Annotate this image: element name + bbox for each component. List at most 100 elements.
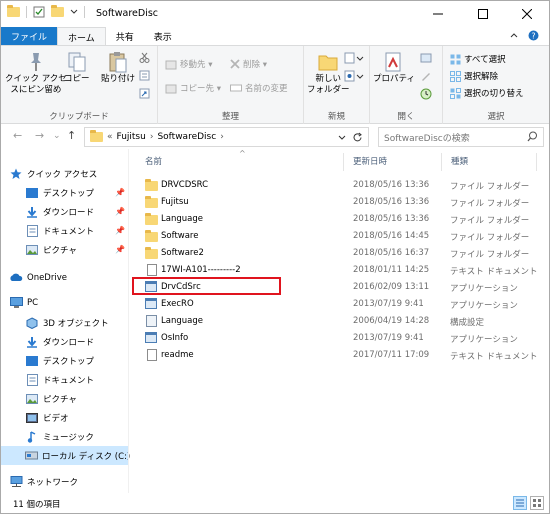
copy-to-button[interactable]: コピー先 ▾ bbox=[165, 81, 221, 95]
network-icon bbox=[9, 475, 23, 488]
column-divider[interactable] bbox=[343, 153, 344, 171]
nav-desktop[interactable]: デスクトップ 📌 bbox=[25, 183, 129, 202]
address-dropdown-icon[interactable] bbox=[338, 134, 346, 142]
properties-icon bbox=[385, 52, 401, 72]
new-item-icon[interactable] bbox=[344, 52, 364, 64]
table-row[interactable]: Language 2018/05/16 13:36 ファイル フォルダー bbox=[143, 211, 533, 228]
breadcrumb-fujitsu[interactable]: Fujitsu bbox=[117, 132, 146, 142]
nav-3d-objects[interactable]: 3D オブジェクト bbox=[25, 313, 129, 332]
nav-pictures-label: ピクチャ bbox=[43, 245, 77, 256]
table-row[interactable]: Language 2006/04/19 14:28 構成設定 bbox=[143, 313, 533, 330]
file-type: ファイル フォルダー bbox=[450, 233, 530, 243]
chevron-down-icon[interactable] bbox=[70, 8, 78, 16]
select-none-button[interactable]: 選択解除 bbox=[450, 69, 498, 83]
select-all-button[interactable]: すべて選択 bbox=[450, 52, 506, 66]
column-header-name[interactable]: 名前 bbox=[145, 155, 162, 167]
table-row[interactable]: OsInfo 2013/07/19 9:41 アプリケーション bbox=[143, 330, 533, 347]
picture-icon bbox=[25, 392, 39, 405]
nav-local-disk[interactable]: ローカル ディスク (C:) bbox=[1, 446, 131, 465]
nav-pc-pictures[interactable]: ピクチャ bbox=[25, 389, 129, 408]
properties-button[interactable]: プロパティ bbox=[373, 50, 415, 85]
delete-button[interactable]: 削除 ▾ bbox=[230, 57, 267, 71]
nav-pc-desktop[interactable]: デスクトップ bbox=[25, 351, 129, 370]
nav-pictures[interactable]: ピクチャ 📌 bbox=[25, 240, 129, 259]
pin-icon bbox=[30, 53, 41, 71]
tab-view[interactable]: 表示 bbox=[144, 27, 182, 46]
minimize-button[interactable] bbox=[416, 1, 460, 27]
file-type: アプリケーション bbox=[450, 301, 518, 311]
nav-pc-documents[interactable]: ドキュメント bbox=[25, 370, 129, 389]
back-button[interactable]: ← bbox=[13, 129, 22, 142]
nav-pane-divider[interactable] bbox=[128, 149, 129, 493]
paste-button[interactable]: 貼り付け bbox=[101, 50, 135, 85]
tab-file[interactable]: ファイル bbox=[1, 27, 58, 46]
nav-documents[interactable]: ドキュメント 📌 bbox=[25, 221, 129, 240]
nav-onedrive[interactable]: OneDrive bbox=[9, 268, 136, 287]
history-icon[interactable] bbox=[420, 88, 432, 100]
properties-check-icon[interactable] bbox=[33, 6, 45, 18]
new-folder-qat-icon[interactable] bbox=[51, 5, 64, 17]
nav-pc-downloads[interactable]: ダウンロード bbox=[25, 332, 129, 351]
copy-button[interactable]: コピー bbox=[64, 50, 90, 85]
tab-home[interactable]: ホーム bbox=[57, 27, 106, 46]
table-row[interactable]: Fujitsu 2018/05/16 13:36 ファイル フォルダー bbox=[143, 194, 533, 211]
table-row[interactable]: Software2 2018/05/16 16:37 ファイル フォルダー bbox=[143, 245, 533, 262]
paste-shortcut-icon[interactable] bbox=[139, 88, 150, 99]
vertical-scrollbar[interactable] bbox=[539, 149, 549, 493]
rename-button[interactable]: 名前の変更 bbox=[230, 81, 288, 95]
pin-icon[interactable]: 📌 bbox=[115, 226, 125, 235]
rename-icon bbox=[230, 84, 242, 92]
desktop-icon bbox=[25, 354, 39, 367]
close-button[interactable] bbox=[505, 1, 549, 27]
delete-icon bbox=[230, 59, 240, 69]
up-button[interactable]: ↑ bbox=[67, 129, 76, 142]
easy-access-icon[interactable] bbox=[344, 70, 364, 82]
column-divider[interactable] bbox=[536, 153, 537, 171]
navigation-pane: クイック アクセス デスクトップ 📌 ダウンロード 📌 ドキュメント 📌 ピクチ… bbox=[1, 149, 131, 493]
tab-share[interactable]: 共有 bbox=[106, 27, 144, 46]
nav-local-disk-label: ローカル ディスク (C:) bbox=[42, 451, 131, 462]
refresh-icon[interactable] bbox=[352, 132, 363, 143]
forward-button[interactable]: → bbox=[35, 129, 44, 142]
open-icon[interactable] bbox=[420, 52, 432, 64]
column-divider[interactable] bbox=[441, 153, 442, 171]
copy-to-icon bbox=[165, 84, 177, 93]
address-bar[interactable]: « Fujitsu › SoftwareDisc › bbox=[84, 127, 369, 147]
pin-icon[interactable]: 📌 bbox=[115, 207, 125, 216]
maximize-button[interactable] bbox=[461, 1, 505, 27]
copy-path-icon[interactable] bbox=[139, 70, 150, 81]
nav-quick-access[interactable]: クイック アクセス bbox=[9, 164, 136, 183]
breadcrumb-softwaredisc[interactable]: SoftwareDisc bbox=[157, 132, 216, 142]
file-name: readme bbox=[161, 350, 194, 360]
column-header-date[interactable]: 更新日時 bbox=[353, 155, 387, 167]
edit-icon[interactable] bbox=[420, 70, 432, 82]
cut-icon[interactable] bbox=[139, 52, 150, 63]
cube-icon bbox=[25, 316, 39, 329]
table-row[interactable]: DRVCDSRC 2018/05/16 13:36 ファイル フォルダー bbox=[143, 177, 533, 194]
table-row[interactable]: Software 2018/05/16 14:45 ファイル フォルダー bbox=[143, 228, 533, 245]
column-header-type[interactable]: 種類 bbox=[451, 155, 468, 167]
nav-pc[interactable]: PC bbox=[9, 293, 136, 312]
pin-to-quick-access-button[interactable]: クイック アクセ スにピン留め bbox=[5, 50, 67, 96]
table-row[interactable]: readme 2017/07/11 17:09 テキスト ドキュメント bbox=[143, 347, 537, 364]
folder-icon bbox=[7, 5, 20, 17]
search-input[interactable]: SoftwareDiscの検索 bbox=[378, 127, 544, 147]
details-view-button[interactable] bbox=[513, 496, 527, 510]
ribbon-tabs: ファイル ホーム 共有 表示 ? bbox=[1, 27, 549, 46]
invert-selection-button[interactable]: 選択の切り替え bbox=[450, 86, 524, 100]
pin-icon[interactable]: 📌 bbox=[115, 188, 125, 197]
recent-locations-button[interactable]: ⌄ bbox=[53, 131, 61, 141]
pin-icon[interactable]: 📌 bbox=[115, 245, 125, 254]
nav-downloads[interactable]: ダウンロード 📌 bbox=[25, 202, 129, 221]
nav-pc-documents-label: ドキュメント bbox=[43, 375, 95, 386]
large-icons-view-button[interactable] bbox=[530, 496, 544, 510]
nav-network[interactable]: ネットワーク bbox=[9, 472, 136, 491]
breadcrumb-overflow[interactable]: « bbox=[107, 132, 113, 142]
collapse-ribbon-icon[interactable] bbox=[510, 32, 518, 40]
move-to-button[interactable]: 移動先 ▾ bbox=[165, 57, 212, 71]
nav-pc-videos[interactable]: ビデオ bbox=[25, 408, 129, 427]
help-icon[interactable]: ? bbox=[528, 30, 539, 41]
nav-desktop-label: デスクトップ bbox=[43, 188, 95, 199]
table-row[interactable]: ExecRO 2013/07/19 9:41 アプリケーション bbox=[143, 296, 533, 313]
nav-pc-music[interactable]: ミュージック bbox=[25, 427, 129, 446]
